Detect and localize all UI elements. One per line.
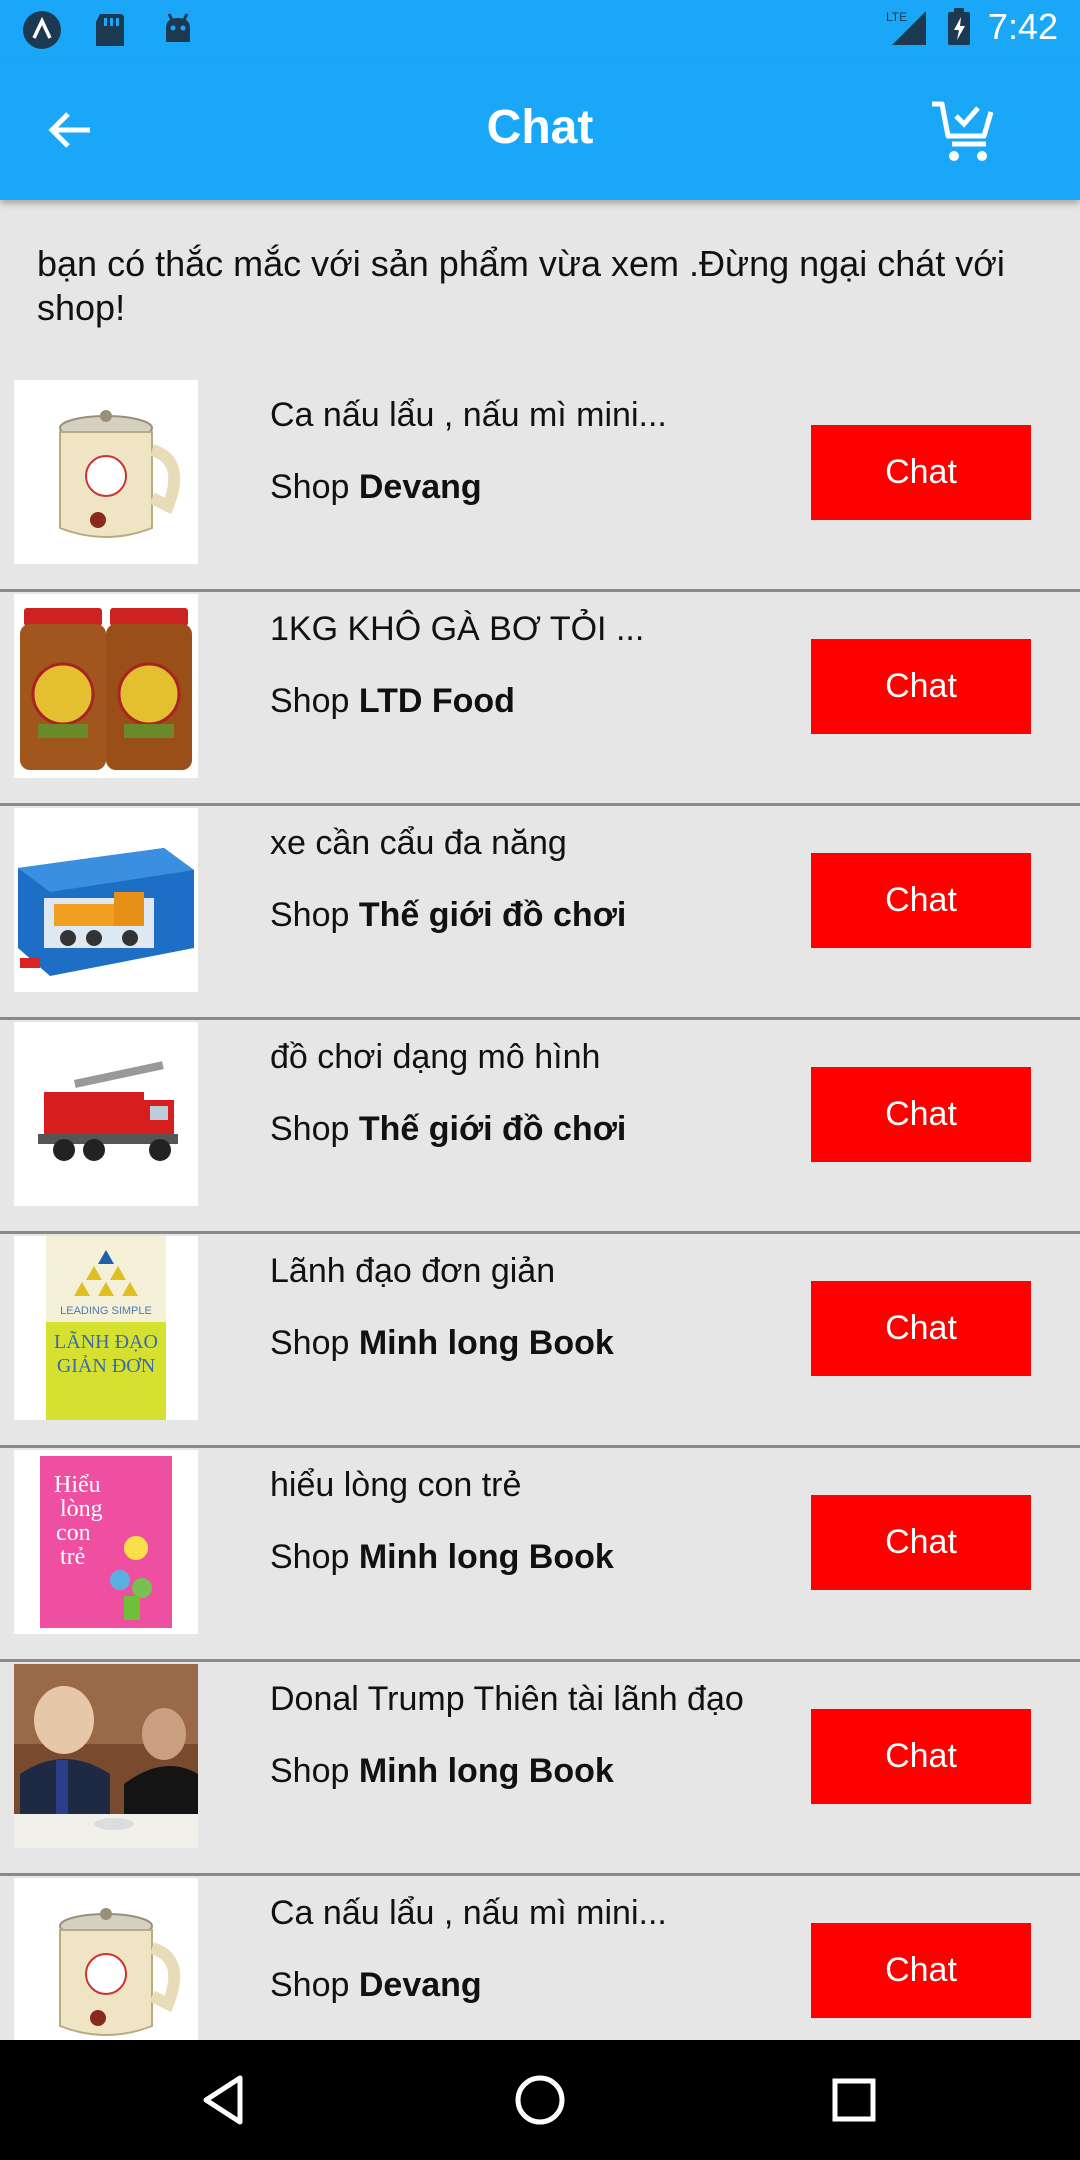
chat-button[interactable]: Chat xyxy=(811,1281,1031,1376)
nav-home-icon xyxy=(515,2075,565,2125)
shop-name: Thế giới đồ chơi xyxy=(358,896,627,934)
product-name: hiểu lòng con trẻ xyxy=(270,1466,522,1504)
android-icon xyxy=(166,13,190,42)
book-cover-pink-image: Hiểu lòng con trẻ xyxy=(14,1450,198,1634)
shop-name: Minh long Book xyxy=(358,1538,614,1576)
nav-home-button[interactable] xyxy=(508,2068,572,2132)
app-bar: Chat xyxy=(0,60,1080,200)
product-name: xe cần cẩu đa năng xyxy=(270,824,567,862)
list-item: đồ chơi dạng mô hình Shop Thế giới đồ ch… xyxy=(0,1020,1080,1234)
jars-image xyxy=(14,594,198,778)
pot-image xyxy=(14,380,198,564)
product-chat-list: Ca nấu lẩu , nấu mì mini... Shop Devang … xyxy=(0,378,1080,2090)
product-thumbnail: LEADING SIMPLE LÃNH ĐẠO GIẢN ĐƠN xyxy=(14,1236,198,1420)
nav-recents-button[interactable] xyxy=(822,2068,886,2132)
status-bar: LTE 7:42 xyxy=(0,0,1080,60)
shop-label: Shop Thế giới đồ chơi xyxy=(270,896,627,934)
shop-label: Shop Minh long Book xyxy=(270,1752,614,1790)
shop-label: Shop Minh long Book xyxy=(270,1324,614,1362)
product-name: 1KG KHÔ GÀ BƠ TỎI ... xyxy=(270,610,645,648)
list-item: xe cần cẩu đa năng Shop Thế giới đồ chơi… xyxy=(0,806,1080,1020)
product-name: Donal Trump Thiên tài lãnh đạo xyxy=(270,1680,744,1718)
chat-button[interactable]: Chat xyxy=(811,1709,1031,1804)
svg-text:LEADING SIMPLE: LEADING SIMPLE xyxy=(60,1305,152,1317)
chat-button[interactable]: Chat xyxy=(811,1923,1031,2018)
product-name: Ca nấu lẩu , nấu mì mini... xyxy=(270,1894,667,1932)
product-name: đồ chơi dạng mô hình xyxy=(270,1038,601,1076)
shop-name: LTD Food xyxy=(358,682,515,720)
fire-truck-image xyxy=(14,1022,198,1206)
list-item: Hiểu lòng con trẻ hiểu lòng con trẻ Shop… xyxy=(0,1448,1080,1662)
page-title: Chat xyxy=(486,101,594,154)
shop-label: Shop Devang xyxy=(270,468,482,506)
nav-back-button[interactable] xyxy=(194,2068,258,2132)
intro-message: bạn có thắc mắc với sản phẩm vừa xem .Đừ… xyxy=(37,243,1005,328)
shop-name: Minh long Book xyxy=(358,1324,614,1362)
nav-recents-icon xyxy=(832,2078,876,2122)
cart-button[interactable] xyxy=(928,94,1000,166)
svg-text:GIẢN ĐƠN: GIẢN ĐƠN xyxy=(57,1354,155,1377)
product-name: Ca nấu lẩu , nấu mì mini... xyxy=(270,396,667,434)
lte-signal-icon: LTE xyxy=(886,10,926,45)
battery-charging-icon xyxy=(947,8,970,45)
pot-image xyxy=(14,1878,198,2062)
svg-text:con: con xyxy=(56,1520,91,1546)
crane-truck-image xyxy=(14,808,198,992)
shop-name: Devang xyxy=(358,1966,482,2004)
product-thumbnail: Hiểu lòng con trẻ xyxy=(14,1450,198,1634)
product-thumbnail xyxy=(14,808,198,992)
cart-check-icon xyxy=(932,101,994,161)
svg-text:trẻ: trẻ xyxy=(60,1544,85,1570)
shop-name: Minh long Book xyxy=(358,1752,614,1790)
chat-button[interactable]: Chat xyxy=(811,853,1031,948)
product-thumbnail xyxy=(14,380,198,564)
list-item: 1KG KHÔ GÀ BƠ TỎI ... Shop LTD Food Chat xyxy=(0,592,1080,806)
svg-text:LÃNH ĐẠO: LÃNH ĐẠO xyxy=(54,1329,158,1353)
svg-text:lòng: lòng xyxy=(60,1496,103,1522)
dinner-photo-image xyxy=(14,1664,198,1848)
svg-text:Hiểu: Hiểu xyxy=(54,1472,101,1498)
chat-button[interactable]: Chat xyxy=(811,1495,1031,1590)
shop-label: Shop Thế giới đồ chơi xyxy=(270,1110,627,1148)
shop-name: Thế giới đồ chơi xyxy=(358,1110,627,1148)
shop-name: Devang xyxy=(358,468,482,506)
chat-button[interactable]: Chat xyxy=(811,1067,1031,1162)
product-thumbnail xyxy=(14,1022,198,1206)
chat-button[interactable]: Chat xyxy=(811,425,1031,520)
product-thumbnail xyxy=(14,594,198,778)
list-item: LEADING SIMPLE LÃNH ĐẠO GIẢN ĐƠN Lãnh đạ… xyxy=(0,1234,1080,1448)
shop-label: Shop LTD Food xyxy=(270,682,515,720)
shop-label: Shop Devang xyxy=(270,1966,482,2004)
product-name: Lãnh đạo đơn giản xyxy=(270,1252,556,1290)
list-item: Ca nấu lẩu , nấu mì mini... Shop Devang … xyxy=(0,378,1080,592)
chat-button[interactable]: Chat xyxy=(811,639,1031,734)
book-cover-yellow-image: LEADING SIMPLE LÃNH ĐẠO GIẢN ĐƠN xyxy=(14,1236,198,1420)
system-nav-bar xyxy=(0,2040,1080,2160)
product-thumbnail xyxy=(14,1878,198,2062)
nav-back-icon xyxy=(203,2075,243,2125)
svg-text:LTE: LTE xyxy=(886,10,907,24)
list-item: Donal Trump Thiên tài lãnh đạo Shop Minh… xyxy=(0,1662,1080,1876)
product-thumbnail xyxy=(14,1664,198,1848)
sd-card-icon xyxy=(96,14,124,46)
app-a-icon xyxy=(23,11,61,49)
status-time: 7:42 xyxy=(987,6,1058,47)
shop-label: Shop Minh long Book xyxy=(270,1538,614,1576)
